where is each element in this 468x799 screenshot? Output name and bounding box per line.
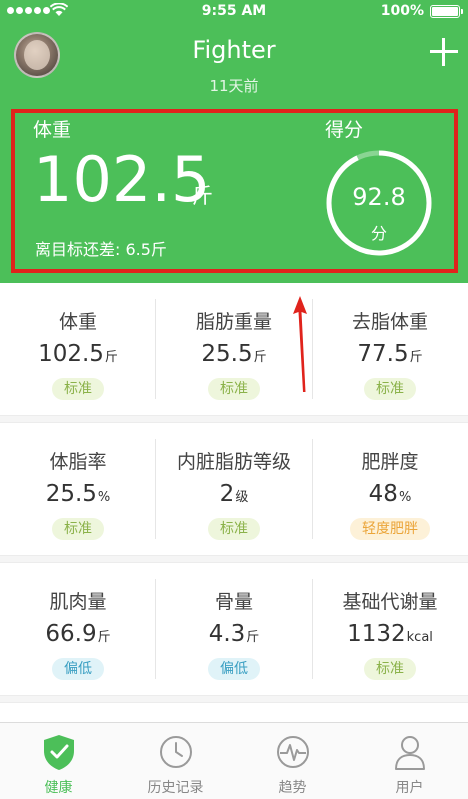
metric-label: 体脂率 xyxy=(49,451,107,473)
status-badge: 标准 xyxy=(208,518,260,540)
metric-label: 肌肉量 xyxy=(49,591,107,613)
status-badge: 偏低 xyxy=(52,658,104,680)
tab-history[interactable]: 历史记录 xyxy=(117,723,234,799)
metric-label: 基础代谢量 xyxy=(342,591,438,613)
metric-card[interactable]: 肥胖度 48% 轻度肥胖 xyxy=(312,423,468,555)
metric-label: 骨量 xyxy=(214,591,253,613)
tab-label: 历史记录 xyxy=(147,780,204,796)
status-badge: 轻度肥胖 xyxy=(350,518,430,540)
header: 9:55 AM 100% Fighter 11天前 体重 102.5 斤 离目标… xyxy=(0,0,468,283)
metric-label: 去脂体重 xyxy=(351,311,428,333)
status-badge: 标准 xyxy=(208,378,260,400)
tab-label: 趋势 xyxy=(278,780,307,796)
status-badge: 标准 xyxy=(52,378,104,400)
clock-icon xyxy=(160,736,192,768)
status-badge: 标准 xyxy=(364,378,416,400)
metric-value: 48% xyxy=(368,481,412,507)
tab-health[interactable]: 健康 xyxy=(0,723,117,799)
metric-card[interactable]: 去脂体重 77.5斤 标准 xyxy=(312,283,468,415)
metrics-row: 体重 102.5斤 标准 脂肪重量 25.5斤 标准 去脂体重 77.5斤 标准 xyxy=(0,283,468,423)
user-icon xyxy=(395,736,425,770)
metric-value: 77.5斤 xyxy=(357,341,423,367)
add-icon[interactable] xyxy=(430,38,458,66)
tab-label: 健康 xyxy=(44,780,73,796)
status-badge: 标准 xyxy=(52,518,104,540)
metric-card[interactable]: 内脏脂肪等级 2级 标准 xyxy=(156,423,312,555)
metric-value: 4.3斤 xyxy=(208,621,260,647)
status-badge: 偏低 xyxy=(208,658,260,680)
metric-label: 内脏脂肪等级 xyxy=(176,451,291,473)
metric-label: 肥胖度 xyxy=(361,451,419,473)
metric-card[interactable]: 体重 102.5斤 标准 xyxy=(0,283,156,415)
status-badge: 标准 xyxy=(364,658,416,680)
tab-user[interactable]: 用户 xyxy=(351,723,468,799)
metric-label: 体重 xyxy=(58,311,97,333)
battery-percent: 100% xyxy=(380,3,424,19)
tab-bar: 健康 历史记录 趋势 用户 xyxy=(0,722,468,799)
metric-value: 2级 xyxy=(219,481,249,507)
metric-card[interactable]: 肌肉量 66.9斤 偏低 xyxy=(0,563,156,695)
tab-trend[interactable]: 趋势 xyxy=(234,723,351,799)
battery-icon xyxy=(430,5,463,18)
annotation-arrow xyxy=(293,296,307,392)
metric-card[interactable]: 骨量 4.3斤 偏低 xyxy=(156,563,312,695)
metric-value: 66.9斤 xyxy=(45,621,111,647)
status-bar: 9:55 AM 100% xyxy=(0,0,468,22)
last-measured-time: 11天前 xyxy=(209,77,259,95)
metric-card[interactable]: 基础代谢量 1132kcal 标准 xyxy=(312,563,468,695)
shield-check-icon xyxy=(44,735,74,770)
highlight-box xyxy=(11,109,458,273)
metric-card[interactable]: 体脂率 25.5% 标准 xyxy=(0,423,156,555)
pulse-icon xyxy=(277,736,309,768)
user-name[interactable]: Fighter xyxy=(0,36,468,64)
metric-value: 1132kcal xyxy=(347,621,433,647)
tab-label: 用户 xyxy=(395,780,424,796)
metrics-row: 体脂率 25.5% 标准 内脏脂肪等级 2级 标准 肥胖度 48% 轻度肥胖 xyxy=(0,423,468,563)
metrics-row: 肌肉量 66.9斤 偏低 骨量 4.3斤 偏低 基础代谢量 1132kcal 标… xyxy=(0,563,468,703)
metric-value: 25.5% xyxy=(45,481,111,507)
metric-value: 102.5斤 xyxy=(38,341,118,367)
